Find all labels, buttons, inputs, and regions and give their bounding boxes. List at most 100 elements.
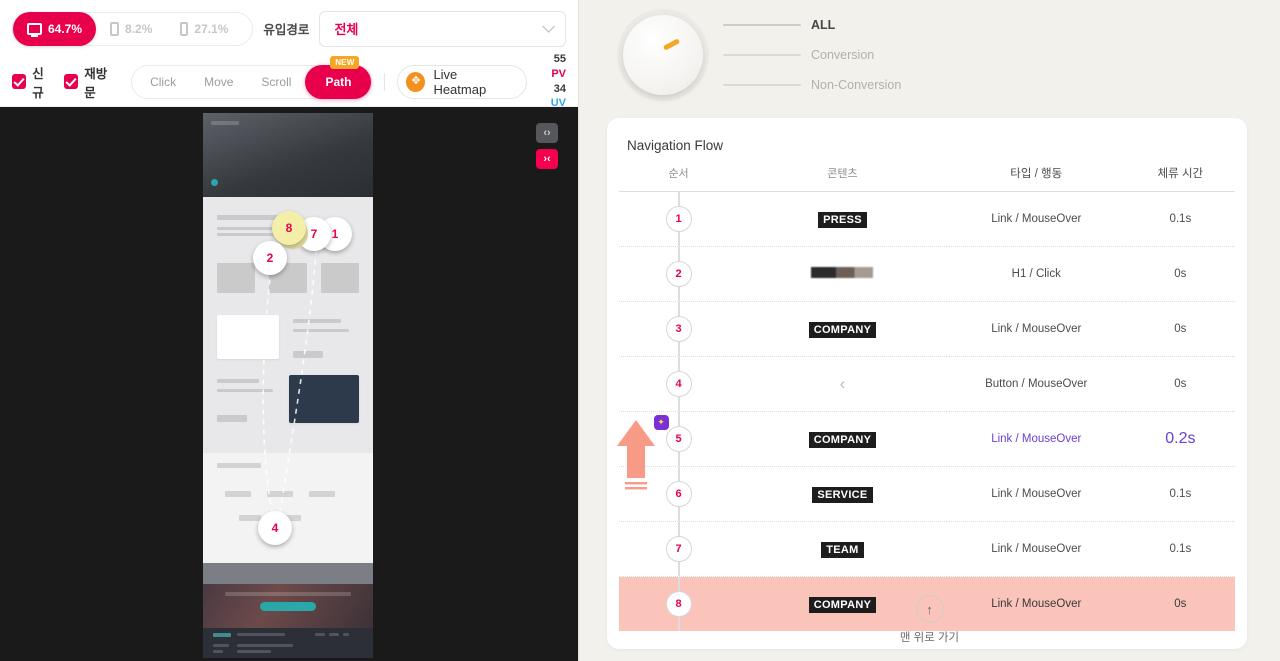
table-body: 1 PRESS Link / MouseOver 0.1s 2 H1 / Cli…: [619, 192, 1235, 631]
table-header-row: 순서 콘텐츠 타입 / 행동 체류 시간: [619, 165, 1235, 192]
dial-option-conversion[interactable]: Conversion: [723, 48, 901, 62]
tablet-icon: [110, 21, 120, 36]
heatmap-canvas[interactable]: 1 7 8 2 4 ‹› ›‹: [0, 107, 578, 661]
mode-tab-path[interactable]: Path: [305, 64, 372, 99]
col-header-content: 콘텐츠: [738, 165, 947, 192]
star-badge-icon: ✦: [653, 415, 669, 430]
row-dwell-cell: 0s: [1174, 378, 1187, 390]
path-marker-1-label: 1: [331, 227, 339, 241]
checkbox-new-visitor[interactable]: 신규: [12, 63, 54, 101]
device-pill-desktop[interactable]: 64.7%: [13, 11, 97, 46]
row-dwell-cell: 0s: [1174, 323, 1187, 335]
dial-option-non-conversion[interactable]: Non-Conversion: [723, 78, 901, 92]
path-marker-2[interactable]: 2: [253, 241, 287, 275]
row-content-cell: [738, 247, 947, 302]
collapse-panel-button[interactable]: ›‹: [536, 149, 558, 169]
content-chip: PRESS: [818, 212, 867, 228]
dial-option-conversion-label: Conversion: [811, 48, 875, 62]
page-screenshot-preview: [203, 113, 373, 658]
device-pill-group: 64.7% 8.2% 27.1%: [12, 11, 254, 46]
checkbox-icon: [64, 74, 79, 89]
left-heatmap-panel: 64.7% 8.2% 27.1% 유입경로 전체 신규 재방문 Click Mo…: [0, 0, 579, 661]
conversion-dial-selector[interactable]: ALL Conversion Non-Conversion: [579, 0, 1280, 110]
path-marker-2-label: 2: [266, 251, 274, 265]
uv-value: 34: [553, 82, 566, 95]
dial-knob-wrap[interactable]: [617, 9, 709, 101]
device-pill-tablet-label: 8.2%: [125, 21, 153, 36]
table-row[interactable]: 7 TEAM Link / MouseOver 0.1s: [619, 522, 1235, 577]
dial-line-icon: [723, 84, 801, 86]
content-chip: COMPANY: [808, 432, 877, 448]
mode-tab-click[interactable]: Click: [136, 75, 190, 89]
heatmap-analytics-page: 64.7% 8.2% 27.1% 유입경로 전체 신규 재방문 Click Mo…: [0, 0, 1280, 661]
row-content-cell: TEAM: [738, 522, 947, 577]
seq-circle: 1: [665, 206, 692, 232]
row-order-cell: 3: [619, 302, 738, 357]
preview-cta-button: [260, 602, 316, 611]
chevron-down-icon: [542, 20, 555, 33]
mode-tab-move[interactable]: Move: [190, 75, 247, 89]
right-analysis-panel: ALL Conversion Non-Conversion Navigation…: [579, 0, 1280, 661]
table-row[interactable]: ✦ 5 COMPANY Link / MouseOver 0.2s: [619, 412, 1235, 467]
path-marker-4[interactable]: 4: [258, 511, 292, 545]
mode-tab-scroll[interactable]: Scroll: [247, 75, 305, 89]
toolbar-divider: [384, 72, 386, 91]
row-dwell-cell: 0.1s: [1169, 488, 1192, 500]
path-marker-7-label: 7: [310, 227, 318, 241]
live-heatmap-button[interactable]: ✥ Live Heatmap: [397, 64, 527, 99]
content-thumbnail-icon: [811, 267, 874, 278]
route-filter-select[interactable]: 전체: [319, 10, 566, 47]
row-type-cell: Link / MouseOver: [991, 433, 1082, 445]
table-row[interactable]: 4 ‹ Button / MouseOver 0s: [619, 357, 1235, 412]
seq-wrap: 3: [665, 316, 692, 342]
checkbox-icon: [12, 74, 27, 89]
route-filter-label: 유입경로: [263, 23, 310, 37]
seq-wrap: ✦ 5: [653, 415, 692, 452]
content-chip: SERVICE: [812, 487, 873, 503]
row-type-cell: Link / MouseOver: [991, 323, 1082, 335]
content-chip: TEAM: [821, 542, 864, 558]
pv-value: 55: [553, 52, 566, 65]
checkbox-return-visitor[interactable]: 재방문: [64, 63, 117, 101]
seq-circle: 7: [665, 536, 692, 562]
preview-hero-section: [203, 113, 373, 197]
row-dwell-cell: 0.1s: [1169, 543, 1192, 555]
arrow-up-icon[interactable]: ↑: [915, 595, 944, 623]
dial-knob[interactable]: [623, 15, 703, 95]
seq-circle: 6: [665, 481, 692, 507]
row-content-cell: PRESS: [738, 192, 947, 247]
seq-circle: 2: [665, 261, 692, 287]
seq-circle: 5: [665, 426, 692, 452]
table-row[interactable]: 2 H1 / Click 0s: [619, 247, 1235, 302]
row-order-cell: 1: [619, 192, 738, 247]
heatmap-view-controls: ‹› ›‹: [536, 123, 558, 169]
live-heatmap-label: Live Heatmap: [433, 66, 487, 97]
live-heatmap-icon: ✥: [406, 71, 426, 92]
dial-line-icon: [723, 54, 801, 56]
col-header-dwell: 체류 시간: [1125, 165, 1235, 192]
navigation-flow-card: Navigation Flow 순서 콘텐츠 타입 / 행동 체류 시간 1 P…: [607, 118, 1247, 649]
dial-line-icon: [723, 24, 801, 26]
dial-option-all[interactable]: ALL: [723, 18, 901, 32]
phone-icon: [180, 21, 189, 36]
device-pill-tablet[interactable]: 8.2%: [96, 12, 166, 46]
row-content-cell: SERVICE: [738, 467, 947, 522]
mode-toolbar: 신규 재방문 Click Move Scroll Path NEW ✥ Live…: [0, 53, 578, 109]
dial-option-all-label: ALL: [811, 18, 836, 32]
device-pill-phone[interactable]: 27.1%: [166, 12, 242, 46]
preview-grey-band: [203, 563, 373, 584]
row-content-cell: ‹: [738, 357, 947, 412]
dial-option-non-conversion-label: Non-Conversion: [811, 78, 902, 92]
table-row[interactable]: 1 PRESS Link / MouseOver 0.1s: [619, 192, 1235, 247]
seq-wrap: 2: [665, 261, 692, 287]
table-row[interactable]: 6 SERVICE Link / MouseOver 0.1s: [619, 467, 1235, 522]
expand-panel-button[interactable]: ‹›: [536, 123, 558, 143]
pv-unit: PV: [551, 67, 566, 80]
seq-wrap: 7: [665, 536, 692, 562]
row-dwell-cell: 0.1s: [1169, 213, 1192, 225]
path-marker-8[interactable]: 8: [272, 211, 306, 245]
device-pill-phone-label: 27.1%: [194, 21, 229, 36]
table-row[interactable]: 3 COMPANY Link / MouseOver 0s: [619, 302, 1235, 357]
row-content-cell: COMPANY: [738, 412, 947, 467]
path-marker-4-label: 4: [271, 521, 279, 535]
